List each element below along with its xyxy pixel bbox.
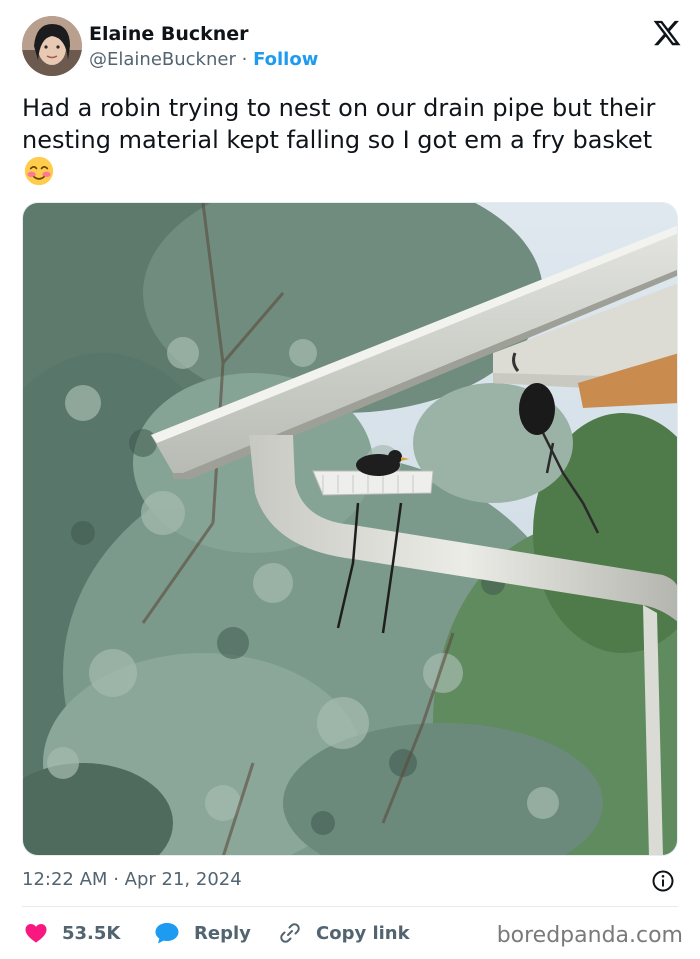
author-name[interactable]: Elaine Buckner: [89, 23, 249, 45]
like-count: 53.5K: [62, 922, 121, 944]
copy-link-label: Copy link: [316, 922, 410, 944]
avatar-image: [22, 16, 82, 76]
robin-fry-basket-photo: [23, 203, 677, 855]
tweet-header: Elaine Buckner @ElaineBuckner · Follow: [22, 16, 682, 78]
tweet-time: 12:22 AM: [22, 869, 108, 890]
reply-label: Reply: [194, 922, 251, 944]
avatar[interactable]: [22, 16, 82, 76]
tweet-text: Had a robin trying to nest on our drain …: [22, 92, 677, 189]
divider: [22, 906, 678, 907]
author-handle[interactable]: @ElaineBuckner: [89, 49, 236, 70]
tweet-body: Had a robin trying to nest on our drain …: [22, 94, 656, 154]
timestamp-separator: ·: [113, 869, 119, 890]
like-button[interactable]: 53.5K: [24, 918, 120, 948]
handle-separator: ·: [241, 49, 248, 70]
reply-button[interactable]: Reply: [154, 918, 251, 948]
heart-icon: [25, 924, 47, 943]
handle-line: @ElaineBuckner · Follow: [89, 49, 318, 70]
reply-bubble-icon: [155, 923, 179, 944]
tweet-timestamp[interactable]: 12:22 AM · Apr 21, 2024: [22, 869, 242, 890]
x-logo-icon[interactable]: [652, 18, 682, 48]
tweet-photo[interactable]: [22, 202, 678, 856]
link-icon: [280, 923, 300, 943]
copy-link-button[interactable]: Copy link: [278, 918, 410, 948]
watermark: boredpanda.com: [496, 923, 683, 948]
info-icon[interactable]: [651, 869, 675, 893]
tweet-date: Apr 21, 2024: [124, 869, 242, 890]
smiling-face-with-rosy-cheeks-icon: [24, 156, 54, 186]
follow-button[interactable]: Follow: [253, 49, 318, 70]
